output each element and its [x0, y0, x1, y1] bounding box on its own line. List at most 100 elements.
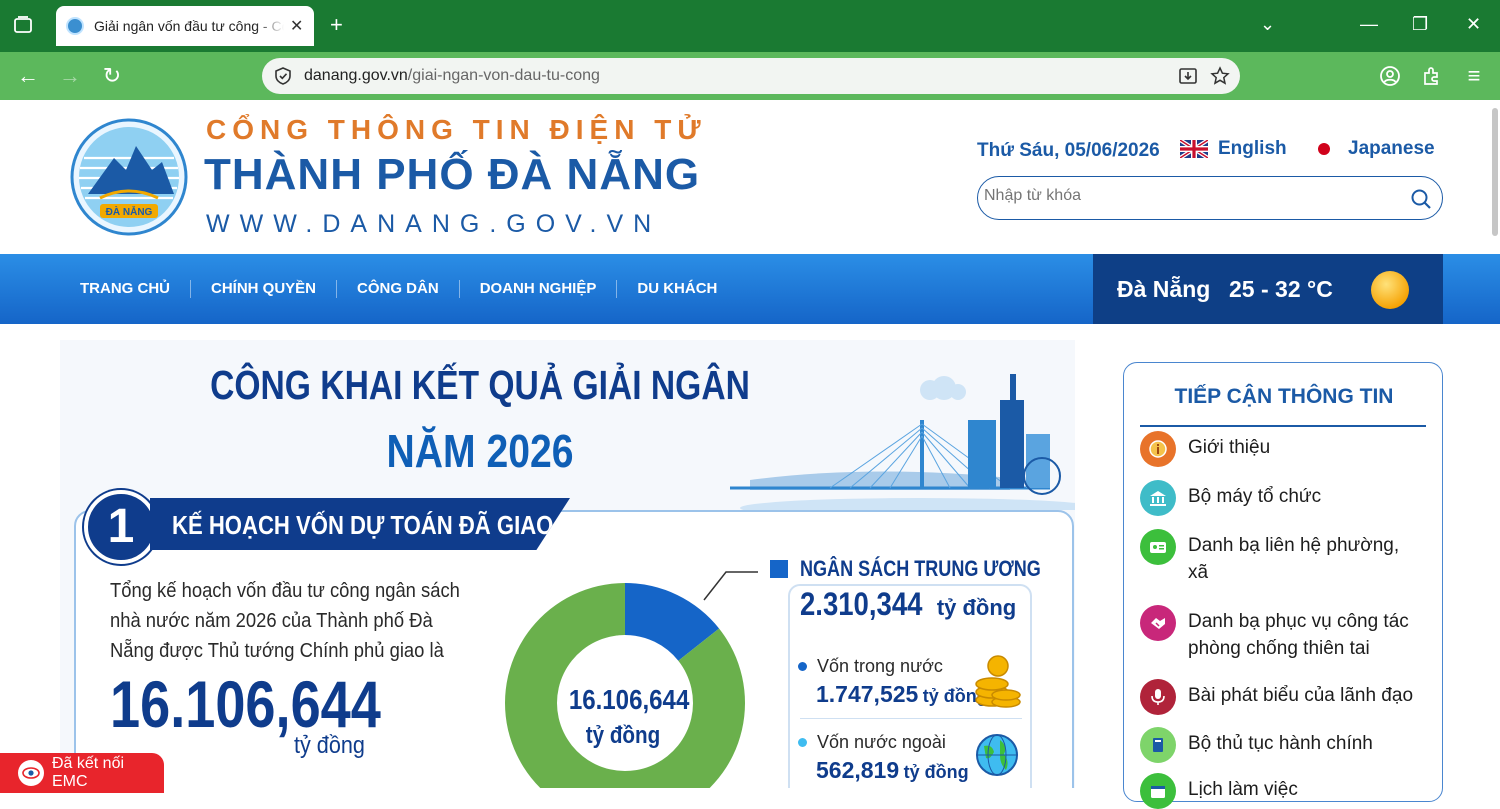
lang-english-link[interactable]: English — [1180, 138, 1287, 160]
sidebar-item-disaster-directory[interactable]: Danh bạ phục vụ công tác phòng chống thi… — [1140, 605, 1424, 662]
contact-card-icon — [1140, 529, 1176, 565]
domestic-dot — [798, 662, 807, 671]
site-favicon-icon — [66, 17, 84, 35]
logo-text: ĐÀ NẴNG — [106, 205, 153, 218]
foreign-dot — [798, 738, 807, 747]
reload-button[interactable]: ↻ — [100, 64, 124, 88]
url-domain: danang.gov.vn — [304, 67, 408, 84]
donut-center-unit: tỷ đồng — [585, 722, 661, 749]
calendar-icon — [1140, 773, 1176, 809]
sidebar-item-introduction[interactable]: Giới thiệu — [1140, 431, 1424, 467]
brand-line2[interactable]: THÀNH PHỐ ĐÀ NẴNG — [204, 150, 700, 200]
weather-temp: 25 - 32 °C — [1229, 276, 1333, 302]
sidebar-item-label: Lịch làm việc — [1188, 779, 1298, 800]
foreign-value: 562,819 — [816, 757, 900, 783]
url-path: /giai-ngan-von-dau-tu-cong — [407, 67, 600, 84]
bridge-skyline-illustration — [730, 374, 1075, 510]
nav-business[interactable]: DOANH NGHIỆP — [460, 280, 618, 298]
plan-description: Tổng kế hoạch vốn đầu tư công ngân sách … — [110, 580, 460, 662]
search-input[interactable] — [984, 187, 1384, 205]
site-header: ĐÀ NẴNG CỔNG THÔNG TIN ĐIỆN TỬ THÀNH PHỐ… — [0, 100, 1500, 254]
tab-title: Giải ngân vốn đầu tư công - Cổng thông t… — [94, 18, 284, 34]
extensions-icon[interactable] — [1420, 64, 1444, 88]
close-window-button[interactable]: ✕ — [1466, 14, 1481, 35]
emc-label: Đã kết nối EMC — [51, 755, 125, 790]
emc-connection-badge[interactable]: Đã kết nối EMC — [0, 753, 164, 793]
sidebar-item-leader-speeches[interactable]: Bài phát biểu của lãnh đạo — [1140, 679, 1424, 715]
brand-line1: CỔNG THÔNG TIN ĐIỆN TỬ — [206, 114, 707, 145]
budget-donut-chart — [505, 583, 745, 788]
foreign-label: Vốn nước ngoài — [817, 732, 946, 752]
uk-flag-icon — [1180, 140, 1208, 158]
bookmark-star-icon[interactable] — [1210, 66, 1230, 86]
search-icon[interactable] — [1410, 188, 1432, 210]
city-logo[interactable]: ĐÀ NẴNG — [70, 118, 188, 236]
browser-tab-bar: Giải ngân vốn đầu tư công - Cổng thông t… — [0, 0, 1500, 52]
book-icon — [1140, 727, 1176, 763]
info-access-panel: TIẾP CẬN THÔNG TIN Giới thiệu Bộ máy tổ … — [1123, 362, 1443, 809]
section-header: KẾ HOẠCH VỐN DỰ TOÁN ĐÃ GIAO — [150, 498, 570, 550]
nav-home[interactable]: TRANG CHỦ — [60, 280, 191, 298]
current-date: Thứ Sáu, 05/06/2026 — [977, 140, 1160, 161]
site-search-box — [977, 176, 1443, 220]
section-number: 1 — [84, 490, 158, 564]
url-field[interactable]: danang.gov.vn/giai-ngan-von-dau-tu-cong — [262, 58, 1240, 94]
sidebar-item-ward-directory[interactable]: Danh bạ liên hệ phường, xã — [1140, 529, 1424, 586]
foreign-unit: tỷ đồng — [903, 762, 969, 782]
microphone-icon — [1140, 679, 1176, 715]
divider — [800, 718, 1022, 719]
brand-line3: WWW.DANANG.GOV.VN — [206, 210, 662, 238]
restore-button[interactable]: ❐ — [1412, 14, 1428, 35]
sidebar-item-label: Danh bạ phục vụ công tác phòng chống thi… — [1188, 611, 1409, 659]
emc-eye-icon — [18, 760, 44, 786]
total-plan-unit: tỷ đồng — [294, 732, 365, 759]
callout-leader-line — [703, 571, 758, 601]
sidebar-item-label: Bộ thủ tục hành chính — [1188, 733, 1373, 754]
site-security-icon[interactable] — [274, 67, 292, 85]
sidebar-item-label: Bài phát biểu của lãnh đạo — [1188, 685, 1414, 706]
sidebar-item-label: Danh bạ liên hệ phường, xã — [1188, 535, 1400, 583]
browser-tab[interactable]: Giải ngân vốn đầu tư công - Cổng thông t… — [56, 6, 314, 46]
nav-government[interactable]: CHÍNH QUYỀN — [191, 280, 338, 298]
sidebar-item-admin-procedures[interactable]: Bộ thủ tục hành chính — [1140, 727, 1424, 763]
globe-icon — [976, 734, 1018, 776]
minimize-button[interactable]: — — [1360, 14, 1378, 35]
forward-button[interactable]: → — [58, 64, 82, 88]
panel-title: TIẾP CẬN THÔNG TIN — [1174, 385, 1394, 408]
central-budget-value: 2.310,344 — [800, 586, 923, 622]
profile-icon[interactable] — [1378, 64, 1402, 88]
nav-tourists[interactable]: DU KHÁCH — [617, 280, 737, 298]
japan-flag-icon — [1310, 139, 1338, 159]
install-app-icon[interactable] — [1178, 66, 1198, 86]
main-navigation: TRANG CHỦ CHÍNH QUYỀN CÔNG DÂN DOANH NGH… — [0, 254, 1500, 324]
tab-overview-icon[interactable] — [12, 14, 34, 36]
central-budget-heading: NGÂN SÁCH TRUNG ƯƠNG — [770, 556, 1075, 582]
weather-city: Đà Nẵng — [1117, 276, 1211, 302]
central-budget-title: NGÂN SÁCH TRUNG ƯƠNG — [800, 556, 1041, 581]
total-plan-value: 16.106,644 — [110, 667, 381, 741]
browser-menu-icon[interactable]: ≡ — [1462, 64, 1486, 88]
lang-japanese-link[interactable]: Japanese — [1310, 138, 1435, 160]
domestic-value: 1.747,525 — [816, 681, 919, 707]
donut-center-value: 16.106,644 — [568, 684, 690, 715]
nav-citizens[interactable]: CÔNG DÂN — [337, 280, 460, 298]
new-tab-button[interactable]: + — [330, 14, 343, 36]
weather-widget: Đà Nẵng 25 - 32 °C — [1093, 254, 1443, 324]
donut-center: 16.106,644 tỷ đồng — [568, 684, 690, 750]
info-icon — [1140, 431, 1176, 467]
sidebar-item-schedule[interactable]: Lịch làm việc — [1140, 773, 1424, 809]
domestic-capital: Vốn trong nước 1.747,525 tỷ đồng — [798, 656, 988, 708]
sidebar-item-organization[interactable]: Bộ máy tổ chức — [1140, 480, 1424, 516]
central-budget-total: 2.310,344 tỷ đồng — [800, 586, 1016, 623]
central-budget-unit: tỷ đồng — [936, 595, 1017, 620]
tab-list-chevron-icon[interactable]: ⌄ — [1260, 14, 1275, 35]
central-budget-legend-swatch — [770, 560, 788, 578]
disbursement-infographic: CÔNG KHAI KẾT QUẢ GIẢI NGÂN NĂM 2026 1 K… — [60, 340, 1075, 788]
back-button[interactable]: ← — [16, 64, 40, 88]
domestic-label: Vốn trong nước — [817, 656, 943, 676]
page-scrollbar[interactable] — [1492, 108, 1498, 236]
section-title: KẾ HOẠCH VỐN DỰ TOÁN ĐÃ GIAO — [172, 510, 554, 540]
address-bar-row: ← → ↻ danang.gov.vn/giai-ngan-von-dau-tu… — [0, 52, 1500, 100]
tab-close-icon[interactable]: ✕ — [290, 16, 303, 36]
coins-icon — [975, 655, 1021, 708]
